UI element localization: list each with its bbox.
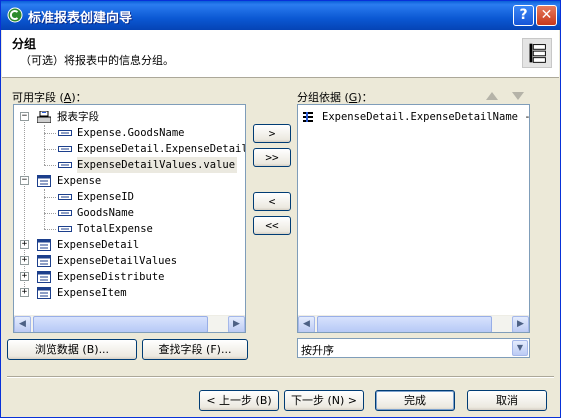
tree-field-item[interactable]: ExpenseID xyxy=(14,189,245,205)
expand-icon[interactable]: + xyxy=(20,272,29,281)
add-field-button[interactable]: > xyxy=(253,124,291,143)
field-icon xyxy=(58,210,72,216)
window-title: 标准报表创建向导 xyxy=(28,11,133,26)
tree-item-label: ExpenseItem xyxy=(57,287,127,299)
tree-field-item[interactable]: GoodsName xyxy=(14,205,245,221)
tree-connector xyxy=(44,133,56,134)
sort-order-value: 按升序 xyxy=(301,344,334,357)
scroll-left-arrow-icon[interactable]: ◀ xyxy=(298,316,315,332)
available-fields-label: 可用字段 (A)： xyxy=(12,91,87,104)
title-bar[interactable]: 标准报表创建向导 ? ✕ xyxy=(1,1,560,30)
tree-connector xyxy=(44,213,56,214)
field-icon xyxy=(58,130,72,136)
field-icon xyxy=(58,194,72,200)
group-horizontal-scrollbar[interactable]: ◀ ▶ xyxy=(298,315,529,332)
scroll-left-arrow-icon[interactable]: ◀ xyxy=(14,316,31,332)
collapse-icon[interactable]: − xyxy=(20,176,29,185)
tree-item-label: ExpenseDetail xyxy=(57,239,140,251)
next-button[interactable]: 下一步 (N) > xyxy=(284,390,364,411)
move-down-icon[interactable] xyxy=(511,91,525,101)
group-field-label: ExpenseDetail.ExpenseDetailName - A xyxy=(322,111,530,123)
group-by-list[interactable]: ExpenseDetail.ExpenseDetailName - A ◀ ▶ xyxy=(297,104,530,333)
chevron-down-icon[interactable]: ▼ xyxy=(512,340,528,356)
group-icon xyxy=(522,38,552,68)
field-icon xyxy=(58,146,72,152)
tree-item-label: ExpenseDetailValues.value xyxy=(77,157,238,173)
cancel-button[interactable]: 取消 xyxy=(467,390,547,411)
sort-order-select[interactable]: 按升序 ▼ xyxy=(297,338,530,358)
find-field-button[interactable]: 查找字段 (F)... xyxy=(142,339,248,360)
scroll-thumb[interactable] xyxy=(317,316,492,332)
back-button[interactable]: < 上一步 (B) xyxy=(199,390,279,411)
remove-all-fields-button[interactable]: << xyxy=(253,216,291,235)
tree-connector xyxy=(44,165,56,166)
add-all-fields-button[interactable]: >> xyxy=(253,148,291,167)
footer-divider xyxy=(7,376,554,378)
tree-item-label: ExpenseDetailValues xyxy=(57,255,178,267)
tree-horizontal-scrollbar[interactable]: ◀ ▶ xyxy=(14,315,245,332)
page-subtitle: （可选）将报表中的信息分组。 xyxy=(20,54,174,67)
table-icon xyxy=(37,239,51,251)
tree-table-node[interactable]: − Expense xyxy=(14,173,245,189)
tree-connector xyxy=(44,125,45,165)
wizard-header: 分组 （可选）将报表中的信息分组。 xyxy=(2,30,559,78)
tree-table-node[interactable]: + ExpenseDetail xyxy=(14,237,245,253)
available-fields-tree[interactable]: ◀ ▶ − 报表字段 Expense.GoodsName ExpenseDetail.… xyxy=(13,104,246,333)
table-icon xyxy=(37,271,51,283)
tree-connector xyxy=(44,197,56,198)
tree-field-item[interactable]: TotalExpense xyxy=(14,221,245,237)
wizard-window: 标准报表创建向导 ? ✕ 分组 （可选）将报表中的信息分组。 可用字段 (A)：… xyxy=(0,0,561,418)
field-icon xyxy=(58,162,72,168)
tree-item-label: ExpenseDistribute xyxy=(57,271,165,283)
field-icon xyxy=(58,226,72,232)
scroll-right-arrow-icon[interactable]: ▶ xyxy=(512,316,529,332)
collapse-icon[interactable]: − xyxy=(20,112,29,121)
tree-table-node[interactable]: − 报表字段 xyxy=(14,109,245,125)
tree-connector xyxy=(44,149,56,150)
tree-field-item[interactable]: ExpenseDetail.ExpenseDetailN xyxy=(14,141,245,157)
expand-icon[interactable]: + xyxy=(20,240,29,249)
tree-table-node[interactable]: + ExpenseDetailValues xyxy=(14,253,245,269)
close-button[interactable]: ✕ xyxy=(536,5,557,26)
move-up-icon[interactable] xyxy=(485,91,499,101)
tree-item-label: 报表字段 xyxy=(57,111,99,123)
tree-item-label: GoodsName xyxy=(77,207,134,219)
list-item[interactable]: ExpenseDetail.ExpenseDetailName - A xyxy=(302,109,530,125)
expand-icon[interactable]: + xyxy=(20,288,29,297)
table-icon xyxy=(37,175,51,187)
scroll-thumb[interactable] xyxy=(33,316,208,332)
tree-table-node[interactable]: + ExpenseItem xyxy=(14,285,245,301)
tree-field-item[interactable]: Expense.GoodsName xyxy=(14,125,245,141)
finish-button[interactable]: 完成 xyxy=(375,390,455,411)
group-by-label: 分组依据 (G)： xyxy=(297,91,373,104)
tree-item-label: Expense xyxy=(57,175,102,187)
table-icon xyxy=(37,255,51,267)
tree-field-item[interactable]: ExpenseDetailValues.value xyxy=(14,157,245,173)
sort-icon xyxy=(303,112,313,122)
report-fields-icon xyxy=(37,111,51,123)
tree-table-node[interactable]: + ExpenseDistribute xyxy=(14,269,245,285)
tree-connector xyxy=(44,189,45,229)
tree-connector xyxy=(44,229,56,230)
scroll-right-arrow-icon[interactable]: ▶ xyxy=(228,316,245,332)
tree-item-label: ExpenseID xyxy=(77,191,134,203)
expand-icon[interactable]: + xyxy=(20,256,29,265)
remove-field-button[interactable]: < xyxy=(253,192,291,211)
page-title: 分组 xyxy=(12,37,37,51)
browse-data-button[interactable]: 浏览数据 (B)... xyxy=(7,339,137,360)
help-button[interactable]: ? xyxy=(513,5,534,26)
table-icon xyxy=(37,287,51,299)
crystal-reports-icon xyxy=(7,7,23,23)
tree-item-label: TotalExpense xyxy=(77,223,153,235)
tree-item-label: Expense.GoodsName xyxy=(77,127,185,139)
tree-item-label: ExpenseDetail.ExpenseDetailN xyxy=(77,143,246,155)
